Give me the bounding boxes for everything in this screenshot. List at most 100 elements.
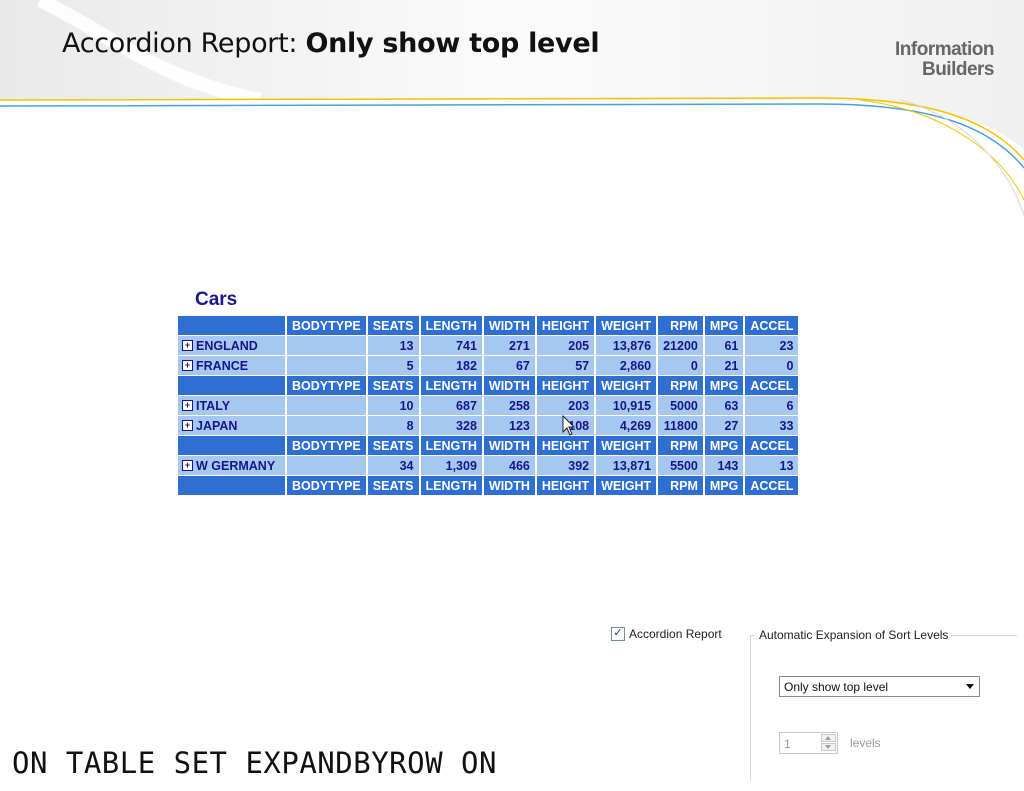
accordion-report-checkbox[interactable]: ✓ (611, 627, 625, 641)
expansion-level-selected: Only show top level (784, 680, 889, 694)
country-cell[interactable]: + ENGLAND (178, 336, 285, 355)
report-header-row: BODYTYPE SEATS LENGTH WIDTH HEIGHT WEIGHT RPM M… (178, 436, 799, 455)
logo-line-1: Information (895, 39, 995, 60)
column-header: BODYTYPE (287, 316, 366, 335)
report-header-row: BODYTYPE SEATS LENGTH WIDTH HEIGHT WEIGHT RPM M… (178, 316, 799, 335)
arrow-down-icon (825, 745, 831, 749)
value-cell: 13,876 (596, 336, 657, 355)
value-cell: 466 (483, 456, 535, 475)
column-header: SEATS (367, 376, 419, 395)
column-header: WIDTH (483, 376, 535, 395)
value-cell: 392 (536, 456, 595, 475)
value-cell: 5500 (658, 456, 703, 475)
value-cell: 0 (658, 356, 703, 375)
column-header: WEIGHT (596, 376, 657, 395)
value-cell (287, 416, 366, 435)
slide-title: Accordion Report: Only show top level (62, 28, 600, 59)
spin-down-button[interactable] (821, 743, 836, 751)
value-cell: 13 (367, 336, 419, 355)
column-header: SEATS (367, 436, 419, 455)
column-header: BODYTYPE (287, 436, 366, 455)
value-cell: 8 (367, 416, 419, 435)
value-cell: 11800 (658, 416, 703, 435)
expand-plus-icon[interactable]: + (182, 459, 193, 471)
value-cell: 21200 (658, 336, 703, 355)
value-cell (287, 456, 366, 475)
spin-up-button[interactable] (821, 734, 836, 742)
value-cell: 67 (483, 356, 535, 375)
country-cell[interactable]: + FRANCE (178, 356, 285, 375)
expand-plus-icon[interactable]: + (182, 399, 193, 411)
header-blank-cell (178, 316, 285, 335)
column-header: BODYTYPE (287, 476, 366, 495)
value-cell (287, 396, 366, 415)
expand-plus-icon[interactable]: + (182, 339, 193, 351)
column-header: MPG (704, 376, 744, 395)
expand-plus-icon[interactable]: + (182, 419, 193, 431)
value-cell: 13,871 (596, 456, 657, 475)
column-header: BODYTYPE (287, 376, 366, 395)
value-cell: 2,860 (596, 356, 657, 375)
column-header: MPG (704, 476, 744, 495)
country-cell[interactable]: + ITALY (178, 396, 285, 415)
column-header: RPM (658, 476, 703, 495)
report-title: Cars (195, 289, 238, 310)
report-data-row: + JAPAN 8 328 123 108 4,269 11800 27 33 (178, 416, 799, 435)
report-header-row: BODYTYPE SEATS LENGTH WIDTH HEIGHT WEIGHT RPM M… (178, 476, 799, 495)
report-data-row: + ITALY 10 687 258 203 10,915 5000 63 6 (178, 396, 799, 415)
report-header-row: BODYTYPE SEATS LENGTH WIDTH HEIGHT WEIGHT RPM M… (178, 376, 799, 395)
value-cell: 0 (745, 356, 799, 375)
value-cell: 205 (536, 336, 595, 355)
value-cell: 182 (420, 356, 482, 375)
country-cell[interactable]: + JAPAN (178, 416, 285, 435)
column-header: HEIGHT (536, 436, 595, 455)
column-header: WIDTH (483, 476, 535, 495)
value-cell: 10 (367, 396, 419, 415)
column-header: ACCEL (745, 476, 799, 495)
code-line: ON TABLE SET EXPANDBYROW ON (12, 746, 497, 780)
column-header: LENGTH (420, 436, 482, 455)
chevron-down-icon (966, 684, 974, 689)
value-cell (287, 336, 366, 355)
expansion-group-label: Automatic Expansion of Sort Levels (756, 628, 952, 642)
column-header: HEIGHT (536, 376, 595, 395)
column-header: WIDTH (483, 316, 535, 335)
company-logo: Information Builders (895, 39, 995, 80)
levels-spinner[interactable]: 1 (779, 732, 838, 754)
country-label: FRANCE (196, 358, 249, 373)
column-header: MPG (704, 316, 744, 335)
column-header: RPM (658, 376, 703, 395)
expansion-groupbox (750, 635, 1017, 781)
value-cell: 741 (420, 336, 482, 355)
header-blank-cell (178, 436, 285, 455)
value-cell: 143 (704, 456, 744, 475)
column-header: WEIGHT (596, 436, 657, 455)
column-header: LENGTH (420, 376, 482, 395)
value-cell: 4,269 (596, 416, 657, 435)
value-cell: 6 (745, 396, 799, 415)
slide-title-bold: Only show top level (305, 28, 600, 59)
column-header: SEATS (367, 476, 419, 495)
slide-title-prefix: Accordion Report: (62, 28, 306, 59)
value-cell (287, 356, 366, 375)
value-cell: 203 (536, 396, 595, 415)
column-header: HEIGHT (536, 316, 595, 335)
expand-plus-icon[interactable]: + (182, 359, 193, 371)
slide: Accordion Report: Only show top level In… (0, 0, 1024, 791)
report-data-row: + W GERMANY 34 1,309 466 392 13,871 5500 143 13 (178, 456, 799, 475)
column-header: LENGTH (420, 476, 482, 495)
country-label: ITALY (196, 398, 231, 413)
value-cell: 10,915 (596, 396, 657, 415)
country-cell[interactable]: + W GERMANY (178, 456, 285, 475)
expansion-level-dropdown[interactable]: Only show top level (779, 676, 980, 697)
value-cell: 63 (704, 396, 744, 415)
value-cell: 61 (704, 336, 744, 355)
accordion-report-table: BODYTYPE SEATS LENGTH WIDTH HEIGHT WEIGHT RPM M… (176, 315, 800, 496)
value-cell: 21 (704, 356, 744, 375)
value-cell: 13 (745, 456, 799, 475)
header-blank-cell (178, 476, 285, 495)
accordion-report-checkbox-row[interactable]: ✓ Accordion Report (611, 627, 722, 641)
column-header: WIDTH (483, 436, 535, 455)
value-cell: 5 (367, 356, 419, 375)
value-cell: 271 (483, 336, 535, 355)
